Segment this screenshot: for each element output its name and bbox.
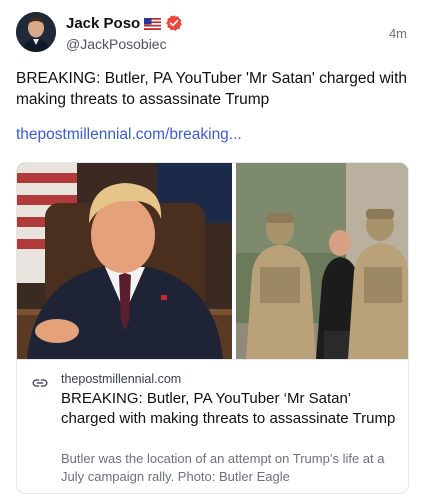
us-flag-icon xyxy=(144,17,162,30)
card-photo-right xyxy=(236,163,408,359)
post-header: Jack Poso @JackPosobiec 4m xyxy=(16,12,411,56)
verified-badge-icon xyxy=(165,14,183,32)
author-name[interactable]: Jack Poso xyxy=(66,15,140,32)
card-body: thepostmillennial.com BREAKING: Butler, … xyxy=(17,359,408,493)
card-domain: thepostmillennial.com xyxy=(61,372,182,386)
avatar[interactable] xyxy=(16,12,56,52)
post-link[interactable]: thepostmillennial.com/breaking... xyxy=(16,126,242,144)
author-handle[interactable]: @JackPosobiec xyxy=(66,36,183,52)
author-block: Jack Poso @JackPosobiec xyxy=(66,13,183,52)
link-preview-card[interactable]: thepostmillennial.com BREAKING: Butler, … xyxy=(16,162,409,494)
link-icon xyxy=(31,374,49,392)
card-images xyxy=(17,163,408,359)
post-timestamp[interactable]: 4m xyxy=(389,26,407,41)
card-title[interactable]: BREAKING: Butler, PA YouTuber ‘Mr Satan’… xyxy=(61,389,401,429)
post-text: BREAKING: Butler, PA YouTuber 'Mr Satan'… xyxy=(16,70,408,108)
card-photo-left xyxy=(17,163,232,359)
card-description: Butler was the location of an attempt on… xyxy=(61,451,385,484)
